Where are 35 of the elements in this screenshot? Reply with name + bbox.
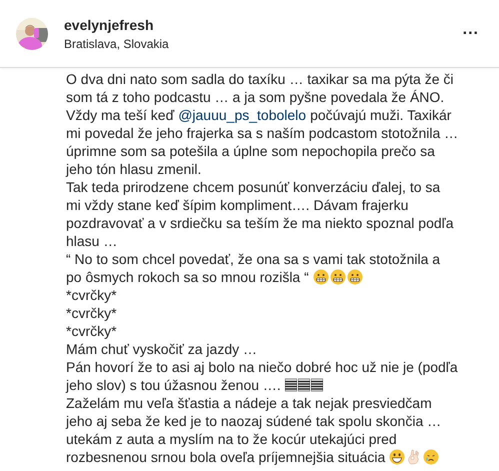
caption-text: *cvrčky* — [66, 287, 117, 303]
striped-square-icon — [310, 378, 323, 392]
caption-text: pozdravovať a v srdiečku sa teším že ma niekto spoznal podľa — [66, 215, 454, 231]
caption-text: som tá z toho podcastu … a ja som pyšne povedala že ÁNO. — [66, 89, 444, 105]
mention-link[interactable]: @jauuu_ps_tobolelo — [178, 107, 306, 123]
caption-text: “ No to som chcel povedať, že ona sa s vami tak stotožnila a — [66, 251, 440, 267]
striped-square-icon — [298, 378, 310, 392]
caption-text: mi povedal že jeho frajerka sa s naším podcastom stotožnila … — [66, 125, 458, 141]
location-text[interactable]: Bratislava, Slovakia — [64, 36, 443, 50]
caption-text: po ôsmych rokoch sa so mnou rozišla “ — [66, 269, 309, 285]
caption-text: jeho aj seba že ked je to naozaj súdené tak spolu skončia … — [66, 413, 442, 429]
caption-text: O dva dni nato som sadla do taxíku … taxikar sa ma pýta že či — [66, 71, 454, 87]
caption-text: rozbesnenou srnou bola oveľa príjemnejšia situácia — [66, 449, 386, 465]
caption-text: utekám z auta a myslím na to že kocúr utekajúci pred — [66, 431, 397, 447]
caption-text: jeho tón hlasu zmenil. — [66, 161, 202, 177]
crying-face-icon — [423, 449, 440, 465]
grinning-face-icon — [389, 449, 406, 465]
caption-text: hlasu … — [66, 233, 118, 249]
username[interactable]: evelynjefresh — [64, 16, 443, 32]
caption-text: Pán hovorí že to asi aj bolo na niečo dobré hoc už nie je (podľa — [66, 359, 458, 375]
caption-text: Tak teda prirodzene chcem posunúť konverzáciu ďalej, to sa — [66, 179, 440, 195]
caption-text: Zaželám mu veľa šťastia a nádeje a tak nejak presviedčam — [66, 395, 432, 411]
striped-square-icon — [284, 378, 297, 392]
caption-text: Vždy ma teší keď — [66, 107, 174, 123]
caption-text: mi vždy stane keď šípim kompliment…. Dávam frajerku — [66, 197, 408, 213]
grimacing-face-icon — [330, 269, 346, 285]
grimacing-face-icon — [312, 269, 329, 285]
caption-text: Mám chuť vyskočiť za jazdy … — [66, 341, 257, 357]
caption-text: *cvrčky* — [66, 323, 117, 339]
caption-text: *cvrčky* — [66, 305, 117, 321]
more-options-button[interactable]: ... — [458, 20, 483, 46]
caption-text: jeho slov) s tou úžasnou ženou …. — [66, 377, 281, 393]
caption-text: úprimne som sa potešila a úplne som nepochopila prečo sa — [66, 143, 435, 159]
caption-text: počúvajú muži. Taxikár — [310, 107, 452, 123]
grimacing-face-icon — [346, 269, 363, 285]
